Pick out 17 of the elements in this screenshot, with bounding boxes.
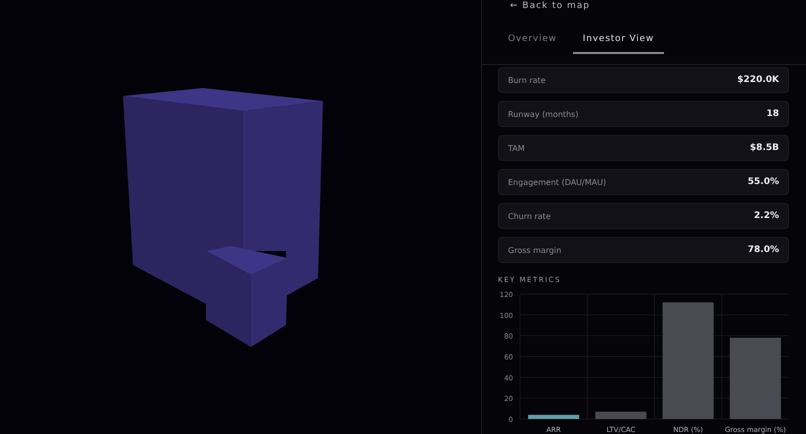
metric-label: TAM (508, 144, 525, 152)
metric-label: Burn rate (508, 76, 546, 84)
metric-value: 18 (766, 109, 779, 119)
metric-value: $220.0K (737, 75, 779, 85)
tab[interactable]: Investor View (572, 28, 664, 54)
metric-label: Engagement (DAU/MAU) (508, 178, 606, 186)
metric-value: 78.0% (748, 245, 779, 255)
tab[interactable]: Overview (506, 28, 559, 54)
metric-value: 2.2% (754, 211, 779, 221)
metric-value: 55.0% (748, 177, 779, 187)
metric-label: Gross margin (508, 246, 562, 254)
bar (528, 414, 580, 419)
metric-value: $8.5B (750, 143, 779, 153)
metric-label: Churn rate (508, 212, 551, 220)
metric-label: Runway (months) (508, 110, 578, 118)
back-link[interactable]: ← Back to map (482, 0, 590, 12)
bar (595, 412, 646, 419)
